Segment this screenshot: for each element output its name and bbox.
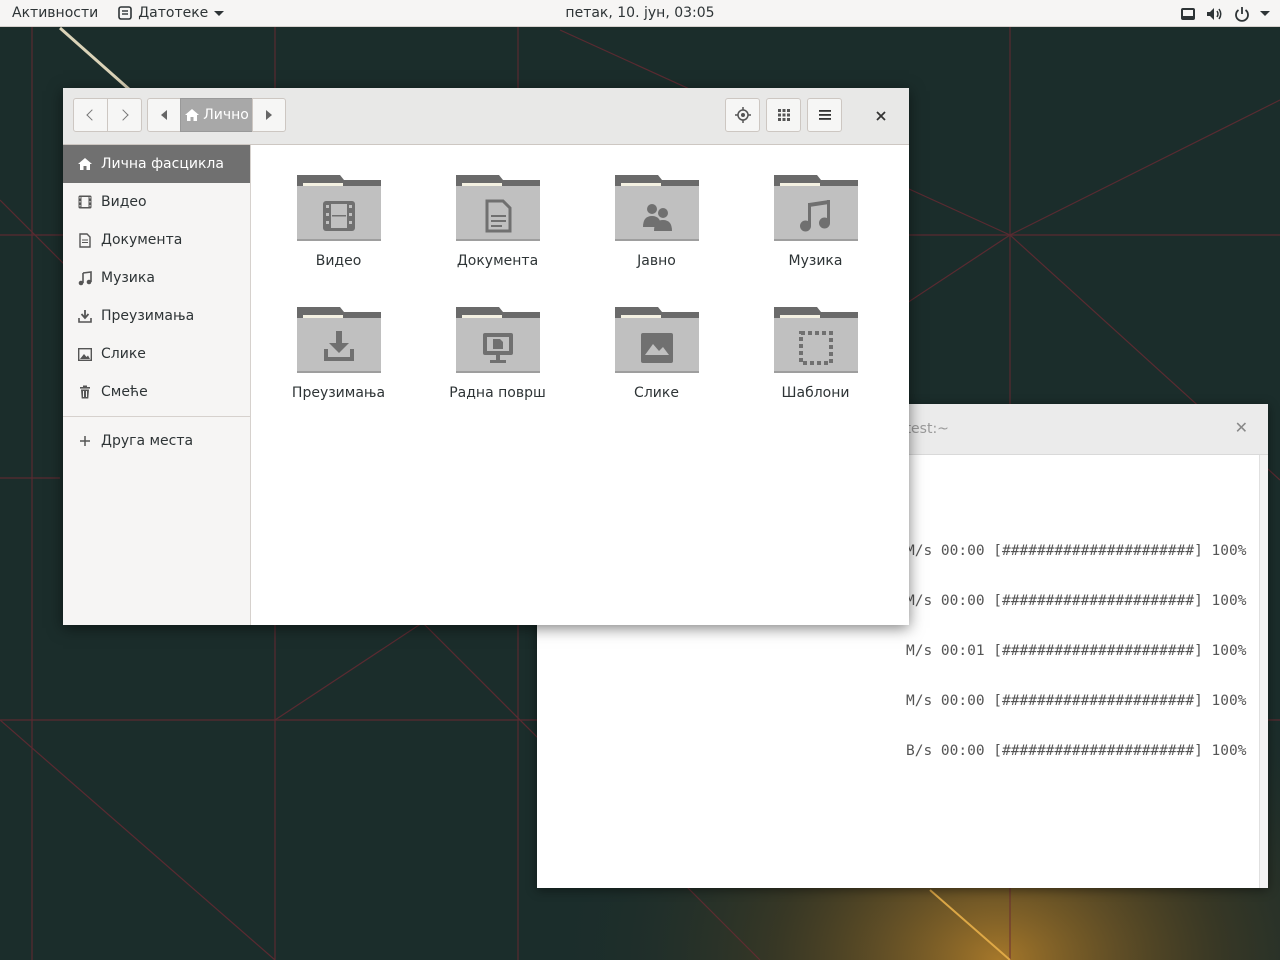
back-button[interactable] [73,98,108,132]
folder-item-music[interactable]: Музика [736,173,895,293]
folder-item-documents[interactable]: Документа [418,173,577,293]
folder-label: Документа [456,253,539,269]
power-icon[interactable] [1234,6,1250,22]
chevron-right-icon [117,109,129,121]
sidebar-item-label: Друга места [101,433,194,449]
trash-icon [77,384,93,400]
film-icon [77,194,93,210]
sidebar-item-documents[interactable]: Документа [63,221,250,259]
folder-label: Преузимања [291,385,386,401]
sidebar-item-downloads[interactable]: Преузимања [63,297,250,335]
sidebar-item-trash[interactable]: Смеће [63,373,250,411]
top-bar: Активности Датотеке петак, 10. јун, 03:0… [0,0,1280,27]
view-grid-button[interactable] [766,98,801,132]
path-label: Лично [203,107,249,123]
terminal-scrollbar[interactable] [1259,455,1268,888]
chevron-down-icon [214,10,225,16]
sidebar-item-videos[interactable]: Видео [63,183,250,221]
location-button[interactable] [725,98,760,132]
document-icon [77,232,93,248]
folder-item-desktop[interactable]: Радна површ [418,305,577,425]
close-button[interactable] [871,106,891,126]
folder-label: Слике [634,385,679,401]
clock[interactable]: петак, 10. јун, 03:05 [565,5,714,21]
sidebar-item-label: Слике [101,346,146,362]
path-button-home[interactable]: Лично [180,98,253,132]
sidebar-item-label: Музика [101,270,155,286]
terminal-line: M/s 00:00 [######################] 100% [906,693,1247,709]
crosshair-icon [734,107,751,123]
folder-icon [614,175,699,241]
places-sidebar: Лична фасцикла Видео Документа Музика Пр… [63,145,251,625]
sidebar-item-label: Лична фасцикла [101,156,224,172]
folder-icon [296,307,381,373]
forward-button[interactable] [107,98,142,132]
folder-grid: Видео Документа Јавно Музика Преузимања … [252,145,909,625]
path-scroll-right-button[interactable] [252,98,286,132]
folder-icon [773,175,858,241]
home-icon [185,109,200,121]
terminal-line: B/s 00:00 [######################] 100% [906,743,1247,759]
folder-label: Јавно [637,253,676,269]
plus-icon [77,433,93,449]
network-icon[interactable] [1180,6,1196,22]
folder-item-videos[interactable]: Видео [259,173,418,293]
folder-icon [296,175,381,241]
sidebar-item-other-places[interactable]: Друга места [63,422,250,460]
folder-item-templates[interactable]: Шаблони [736,305,895,425]
folder-item-pictures[interactable]: Слике [577,305,736,425]
folder-label: Шаблони [781,385,850,401]
folder-icon [455,175,540,241]
folder-label: Музика [788,253,843,269]
sidebar-item-home[interactable]: Лична фасцикла [63,145,250,183]
folder-icon [773,307,858,373]
menu-button[interactable] [807,98,842,132]
volume-icon[interactable] [1206,6,1224,22]
sidebar-item-pictures[interactable]: Слике [63,335,250,373]
hamburger-icon [818,110,831,120]
folder-item-public[interactable]: Јавно [577,173,736,293]
image-icon [77,346,93,362]
close-icon [876,111,886,121]
app-menu-button[interactable]: Датотеке [110,5,232,21]
files-headerbar[interactable]: Лично [63,88,909,145]
folder-label: Радна површ [449,385,546,401]
folder-label: Видео [315,253,362,269]
sidebar-item-label: Смеће [101,384,148,400]
folder-icon [455,307,540,373]
grid-icon [777,109,790,121]
sidebar-item-label: Видео [101,194,147,210]
music-icon [77,270,93,286]
sidebar-divider [63,416,250,417]
activities-button[interactable]: Активности [0,0,110,27]
files-window[interactable]: Лично Лична фасцикла Видео Документа Муз… [63,88,909,625]
chevron-left-icon [86,109,98,121]
arrow-right-icon [266,110,272,120]
files-app-icon [118,6,133,20]
film-icon [322,201,355,231]
folder-icon [614,307,699,373]
path-scroll-left-button[interactable] [147,98,181,132]
image-icon [640,333,673,363]
sidebar-item-music[interactable]: Музика [63,259,250,297]
app-menu-label: Датотеке [138,5,209,21]
folder-item-downloads[interactable]: Преузимања [259,305,418,425]
home-icon [77,156,93,172]
system-tray[interactable] [1180,0,1270,27]
sidebar-item-label: Документа [101,232,183,248]
close-icon[interactable]: ✕ [1235,418,1248,437]
chevron-down-icon[interactable] [1260,11,1270,16]
sidebar-item-label: Преузимања [101,308,195,324]
download-icon [77,308,93,324]
terminal-line: M/s 00:01 [######################] 100% [906,643,1247,659]
arrow-left-icon [161,110,167,120]
